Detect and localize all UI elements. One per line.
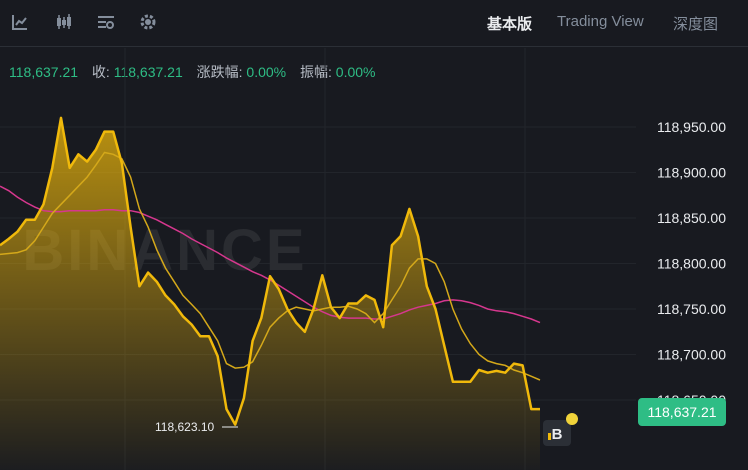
price-area-fill — [0, 117, 540, 470]
low-price-label: 118,623.10 — [155, 420, 215, 434]
svg-text:B: B — [552, 426, 563, 443]
price-chart[interactable]: BINANCE 118,950.00118,900.00118,850.0011… — [0, 0, 748, 470]
y-tick-label: 118,850.00 — [657, 210, 726, 226]
notification-dot — [566, 413, 578, 425]
y-tick-label: 118,750.00 — [657, 301, 726, 317]
y-tick-label: 118,900.00 — [657, 165, 726, 181]
y-tick-label: 118,700.00 — [657, 347, 726, 363]
y-tick-label: 118,800.00 — [657, 256, 726, 272]
y-tick-label: 118,950.00 — [657, 119, 726, 135]
current-price-tag: 118,637.21 — [638, 398, 726, 426]
y-axis: 118,950.00 118,900.00 118,850.00 118,800.00… — [657, 119, 726, 408]
binance-badge-icon[interactable]: B — [543, 420, 571, 446]
